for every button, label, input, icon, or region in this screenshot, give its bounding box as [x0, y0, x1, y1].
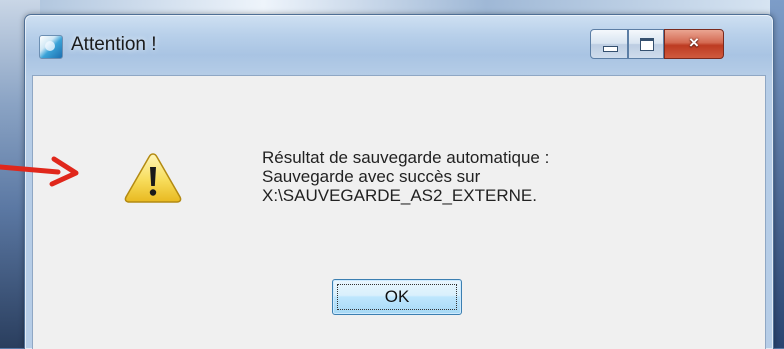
warning-icon	[124, 153, 182, 203]
close-button[interactable]: ×	[664, 29, 724, 59]
ok-button-label: OK	[384, 287, 410, 306]
message-line: X:\SAUVEGARDE_AS2_EXTERNE.	[262, 186, 537, 205]
title-bar[interactable]: Attention ! ×	[25, 15, 773, 75]
message-line: Sauvegarde avec succès sur	[262, 167, 481, 186]
app-icon	[39, 35, 63, 59]
annotation-arrow-icon	[0, 156, 79, 187]
ok-button[interactable]: OK	[332, 279, 462, 315]
window-title: Attention !	[71, 34, 157, 55]
dialog-body: Résultat de sauvegarde automatique : Sau…	[32, 75, 766, 349]
maximize-icon	[640, 38, 654, 51]
message-text: Résultat de sauvegarde automatique : Sau…	[262, 148, 549, 205]
maximize-button[interactable]	[628, 29, 664, 59]
message-line: Résultat de sauvegarde automatique :	[262, 148, 550, 167]
minimize-icon	[603, 46, 618, 52]
minimize-button[interactable]	[590, 29, 628, 59]
dialog-window: Attention ! × Résultat de sauvegarde aut…	[24, 14, 774, 349]
close-icon: ×	[689, 33, 699, 52]
